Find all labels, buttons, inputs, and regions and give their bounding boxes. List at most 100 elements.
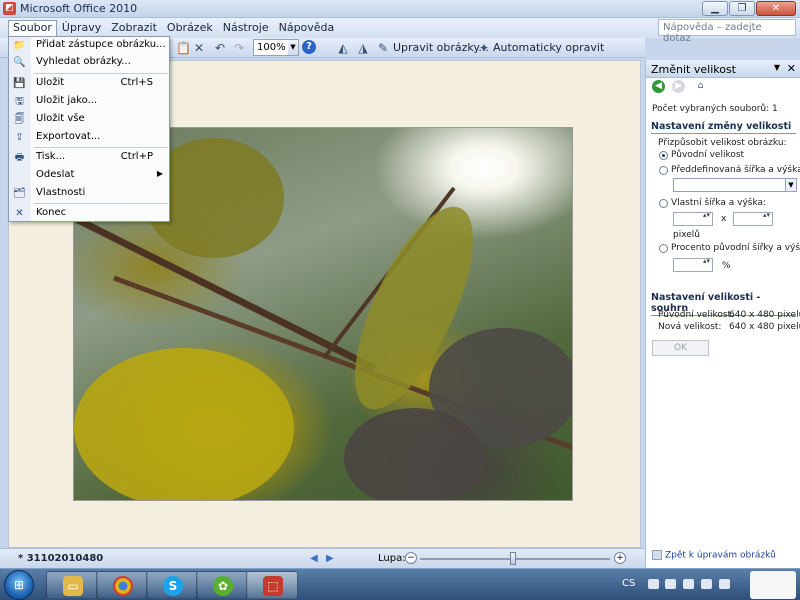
close-icon: ✕ (771, 3, 781, 14)
new-size-value: 640 x 480 pixelů (729, 322, 800, 332)
redo-icon[interactable]: ↷ (232, 41, 246, 55)
export-icon: ⇪ (15, 132, 24, 143)
add-shortcut-icon: 📁 (13, 40, 26, 51)
help-search-input[interactable]: Nápověda – zadejte dotaz (658, 19, 796, 44)
taskbar-skype[interactable]: S (146, 571, 198, 599)
window-controls: ▁ ❐ ✕ (702, 1, 796, 16)
new-size-label: Nová velikost: (658, 322, 722, 332)
taskbar-icq[interactable]: ✿ (196, 571, 248, 599)
back-to-edit-label: Zpět k úpravám obrázků (665, 550, 776, 560)
menu-upravy[interactable]: Úpravy (57, 20, 106, 36)
auto-correct-icon[interactable]: ✦ (477, 41, 491, 55)
percent-sign: % (722, 261, 731, 271)
send-icon (13, 169, 26, 182)
folder-icon: ▭ (63, 576, 83, 596)
option-custom-size-label: Vlastní šířka a výška: (671, 198, 767, 208)
edit-pictures-icon[interactable]: ✎ (376, 41, 390, 55)
percent-input[interactable] (673, 258, 713, 272)
skype-icon: S (163, 576, 183, 596)
save-icon: 💾 (13, 78, 26, 89)
predefined-size-select[interactable]: ▼ (673, 178, 797, 192)
home-icon[interactable]: ⌂ (694, 80, 707, 93)
chrome-icon (113, 576, 133, 596)
edit-pictures-button[interactable]: Upravit obrázky... (393, 41, 489, 54)
input-language[interactable]: CS (622, 578, 635, 589)
ok-button[interactable]: OK (652, 340, 709, 356)
properties-icon: 🗂 (13, 188, 26, 199)
paste-icon[interactable]: 📋 (176, 41, 191, 55)
option-predefined-size-label: Předdefinovaná šířka a výška: (671, 165, 800, 175)
menu-item-properties[interactable]: 🗂 Vlastnosti (9, 185, 169, 202)
menu-item-export[interactable]: ⇪ Exportovat... (9, 129, 169, 146)
close-icon[interactable]: ✕ (787, 62, 796, 75)
search-pictures-icon: 🔍 (13, 57, 26, 68)
close-button[interactable]: ✕ (756, 1, 796, 16)
minimize-button[interactable]: ▁ (702, 1, 728, 16)
task-pane-nav: ◀ ▶ ⌂ (646, 78, 800, 96)
status-bar: * 31102010480 ◀ ▶ Lupa: − + (0, 548, 645, 568)
auto-correct-button[interactable]: Automaticky opravit (493, 41, 604, 54)
next-icon[interactable]: ▶ (326, 553, 334, 564)
zoom-slider-thumb[interactable] (510, 552, 516, 565)
office-app-icon: ◩ (3, 2, 16, 15)
menu-item-print[interactable]: 🖶 Tisk... Ctrl+P (9, 149, 169, 166)
section-resize-settings: Nastavení změny velikosti (651, 121, 796, 134)
save-all-icon: 🗐 (14, 114, 25, 125)
tray-action-center-icon[interactable] (683, 579, 694, 589)
delete-icon[interactable]: ✕ (192, 41, 206, 55)
tray-flag-icon[interactable] (648, 579, 659, 589)
edit-pictures-icon (652, 549, 662, 560)
radio-original-size[interactable] (659, 151, 668, 160)
start-button[interactable]: ⊞ (4, 570, 34, 600)
menu-item-save-as[interactable]: 🖫 Uložit jako... (9, 93, 169, 110)
custom-height-input[interactable] (733, 212, 773, 226)
menu-item-exit[interactable]: ✕ Konec (9, 205, 169, 222)
menu-obrazek[interactable]: Obrázek (162, 20, 218, 36)
file-id: * 31102010480 (18, 553, 104, 564)
minimize-icon: ▁ (711, 3, 719, 14)
help-icon[interactable]: ? (302, 40, 316, 54)
restore-button[interactable]: ❐ (729, 1, 755, 16)
taskbar-picture-manager[interactable]: ⬚ (246, 571, 298, 599)
windows-taskbar: ⊞ ▭ S ✿ ⬚ CS (0, 568, 800, 600)
taskbar-explorer[interactable]: ▭ (46, 571, 98, 599)
menu-item-add-shortcut[interactable]: 📁 Přidat zástupce obrázku... (9, 37, 169, 54)
forward-icon[interactable]: ▶ (672, 80, 685, 93)
restore-icon: ❐ (737, 3, 747, 14)
back-icon[interactable]: ◀ (652, 80, 665, 93)
radio-predefined-size[interactable] (659, 166, 668, 175)
zoom-out-icon[interactable]: − (405, 552, 417, 564)
zoom-select[interactable]: 100% ▼ (253, 39, 299, 56)
taskbar-chrome[interactable] (96, 571, 148, 599)
custom-width-input[interactable] (673, 212, 713, 226)
radio-custom-size[interactable] (659, 199, 668, 208)
menu-nastroje[interactable]: Nástroje (218, 20, 274, 36)
menu-napoveda[interactable]: Nápověda (274, 20, 340, 36)
icq-flower-icon: ✿ (213, 576, 233, 596)
chevron-down-icon: ▼ (785, 179, 796, 191)
tray-network-icon[interactable] (665, 579, 676, 589)
menu-bar: Soubor Úpravy Zobrazit Obrázek Nástroje … (0, 18, 800, 44)
tray-volume-icon[interactable] (701, 579, 712, 589)
file-menu: 📁 Přidat zástupce obrázku... 🔍 Vyhledat … (8, 36, 170, 222)
pixels-label: pixelů (673, 230, 701, 240)
previous-icon[interactable]: ◀ (310, 553, 318, 564)
tray-battery-icon[interactable] (719, 579, 730, 589)
menu-separator (34, 73, 168, 74)
original-size-label: Původní velikost: (658, 310, 735, 320)
menu-item-search-pictures[interactable]: 🔍 Vyhledat obrázky... (9, 54, 169, 71)
zoom-in-icon[interactable]: + (614, 552, 626, 564)
menu-item-save-all[interactable]: 🗐 Uložit vše (9, 111, 169, 128)
back-to-edit-link[interactable]: Zpět k úpravám obrázků (652, 549, 776, 560)
fit-size-label: Přizpůsobit velikost obrázku: (658, 138, 787, 148)
menu-item-send[interactable]: Odeslat ▶ (9, 167, 169, 184)
radio-percent-size[interactable] (659, 244, 668, 253)
menu-zobrazit[interactable]: Zobrazit (106, 20, 162, 36)
chevron-down-icon[interactable]: ▼ (774, 63, 780, 72)
rotate-left-icon[interactable]: ◭ (336, 41, 350, 55)
undo-icon[interactable]: ↶ (213, 41, 227, 55)
office-picture-manager-icon: ⬚ (263, 576, 283, 596)
menu-item-save[interactable]: 💾 Uložit Ctrl+S (9, 75, 169, 92)
menu-separator (34, 147, 168, 148)
rotate-right-icon[interactable]: ◮ (356, 41, 370, 55)
